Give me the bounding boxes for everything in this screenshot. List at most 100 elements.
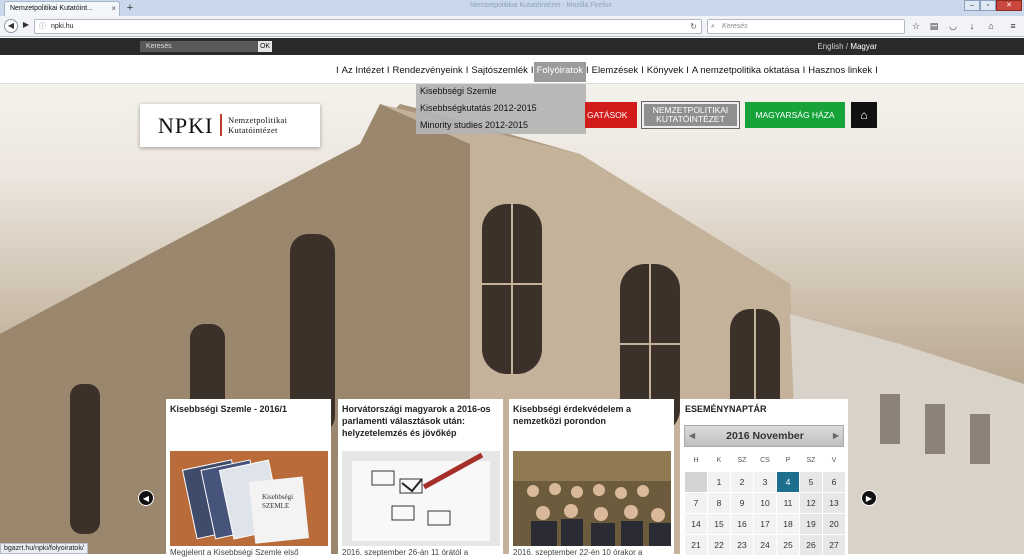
- calendar-next-button[interactable]: ▶: [833, 426, 839, 446]
- window-controls: – ▫ ✕: [964, 0, 1022, 12]
- browser-tab-strip: Nemzetpolitikai Kutatóint... × + Nemzetp…: [0, 0, 1024, 16]
- menu-icon[interactable]: ≡: [1007, 20, 1019, 32]
- calendar-day[interactable]: 5: [800, 472, 822, 492]
- calendar-month: 2016 November: [726, 430, 804, 442]
- lang-magyar-link[interactable]: Magyar: [850, 42, 877, 51]
- calendar-day[interactable]: 15: [708, 514, 730, 534]
- pocket-icon[interactable]: ◡: [947, 20, 959, 32]
- calendar-day[interactable]: 27: [823, 535, 845, 555]
- maximize-button[interactable]: ▫: [980, 0, 996, 11]
- calendar-weekday: CS: [754, 451, 776, 471]
- news-card-title[interactable]: Kisebbségi érdekvédelem a nemzetközi por…: [513, 403, 671, 427]
- new-tab-button[interactable]: +: [124, 2, 136, 14]
- npki-button[interactable]: NEMZETPOLITIKAI KUTATÓINTÉZET: [642, 102, 739, 128]
- magyarsag-haza-button[interactable]: MAGYARSÁG HÁZA: [745, 102, 845, 128]
- nav-item-az-intezet[interactable]: Az Intézet: [339, 65, 387, 82]
- browser-tab-active[interactable]: Nemzetpolitikai Kutatóint... ×: [4, 1, 120, 16]
- calendar-day[interactable]: 21: [685, 535, 707, 555]
- news-card-excerpt: 2016. szeptember 26-án 11 órától a: [342, 548, 469, 557]
- url-text: npki.hu: [51, 23, 74, 30]
- calendar-day[interactable]: 8: [708, 493, 730, 513]
- calendar-day[interactable]: 22: [708, 535, 730, 555]
- nav-item-elemzesek[interactable]: Elemzések: [589, 65, 641, 82]
- nav-item-konyvek[interactable]: Könyvek: [644, 65, 686, 82]
- minimize-button[interactable]: –: [964, 0, 980, 11]
- calendar-day[interactable]: 12: [800, 493, 822, 513]
- book-cover-text: Kisebbségi SZEMLE: [262, 493, 293, 510]
- calendar-day[interactable]: 1: [708, 472, 730, 492]
- download-icon[interactable]: ↓: [966, 20, 978, 32]
- dropdown-item-kisebbsegi-szemle[interactable]: Kisebbségi Szemle: [416, 84, 586, 101]
- calendar-day[interactable]: 3: [754, 472, 776, 492]
- calendar-day[interactable]: 25: [777, 535, 799, 555]
- slider-prev-button[interactable]: ◀: [138, 490, 154, 506]
- nav-item-rendezvenyeink[interactable]: Rendezvényeink: [390, 65, 466, 82]
- search-icon: ⌕: [711, 23, 715, 30]
- calendar-day[interactable]: 17: [754, 514, 776, 534]
- news-card-1[interactable]: Kisebbségi Szemle - 2016/1 Kisebbségi SZE…: [166, 399, 331, 557]
- calendar-day[interactable]: 23: [731, 535, 753, 555]
- nav-item-hasznos-linkek[interactable]: Hasznos linkek: [805, 65, 875, 82]
- npki-button-line2: KUTATÓINTÉZET: [656, 114, 725, 124]
- calendar-weekday: SZ: [731, 451, 753, 471]
- calendar-weekday: H: [685, 451, 707, 471]
- calendar-weekday: V: [823, 451, 845, 471]
- nav-item-folyoiratok[interactable]: Folyóiratok: [533, 62, 587, 82]
- calendar-day[interactable]: 7: [685, 493, 707, 513]
- dropdown-item-kisebbsegkutatas[interactable]: Kisebbségkutatás 2012-2015: [416, 101, 586, 118]
- calendar-day[interactable]: 19: [800, 514, 822, 534]
- nav-item-oktatas[interactable]: A nemzetpolitika oktatása: [689, 65, 803, 82]
- calendar-day[interactable]: 14: [685, 514, 707, 534]
- site-search-ok-button[interactable]: OK: [258, 41, 272, 52]
- calendar-day[interactable]: 16: [731, 514, 753, 534]
- tab-close-icon[interactable]: ×: [111, 2, 116, 16]
- logo-line2: Kutatóintézet: [228, 125, 278, 135]
- browser-search-input[interactable]: ⌕ Keresés: [707, 19, 905, 34]
- logo-text: Nemzetpolitikai Kutatóintézet: [228, 115, 287, 135]
- calendar-day[interactable]: 20: [823, 514, 845, 534]
- bookmark-star-icon[interactable]: ☆: [910, 20, 922, 32]
- calendar-day[interactable]: 9: [731, 493, 753, 513]
- news-card-3[interactable]: Kisebbségi érdekvédelem a nemzetközi por…: [509, 399, 674, 557]
- calendar-day[interactable]: 6: [823, 472, 845, 492]
- calendar-day[interactable]: 18: [777, 514, 799, 534]
- url-bar[interactable]: ⓘ npki.hu ↻: [34, 19, 702, 34]
- news-card-title[interactable]: Kisebbségi Szemle - 2016/1: [170, 403, 328, 415]
- slider-next-button[interactable]: ▶: [861, 490, 877, 506]
- nav-item-sajtoszemlek[interactable]: Sajtószemlék: [468, 65, 531, 82]
- lang-english-link[interactable]: English: [817, 42, 843, 51]
- site-logo[interactable]: NPKI Nemzetpolitikai Kutatóintézet: [140, 104, 320, 147]
- site-top-bar: Keresés OK English / Magyar: [0, 38, 1024, 55]
- dropdown-item-minority-studies[interactable]: Minority studies 2012-2015: [416, 118, 586, 135]
- site-search-input[interactable]: Keresés: [140, 41, 258, 52]
- calendar-weekday: SZ: [800, 451, 822, 471]
- news-card-title[interactable]: Horvátországi magyarok a 2016-os parlame…: [342, 403, 500, 439]
- reload-icon[interactable]: ↻: [690, 20, 697, 33]
- calendar-day[interactable]: 11: [777, 493, 799, 513]
- reading-list-icon[interactable]: ▤: [928, 20, 940, 32]
- news-card-excerpt: 2016. szeptember 22-én 10 órakor a: [513, 548, 643, 557]
- site-info-icon[interactable]: ⓘ: [39, 20, 46, 33]
- calendar-day[interactable]: 24: [754, 535, 776, 555]
- nav-items: I Az Intézet I Rendezvényeink I Sajtósze…: [336, 62, 878, 82]
- calendar-day[interactable]: 10: [754, 493, 776, 513]
- home-icon[interactable]: ⌂: [985, 20, 997, 32]
- news-card-excerpt: Megjelent a Kisebbségi Szemle első: [170, 548, 299, 557]
- calendar-day[interactable]: 26: [800, 535, 822, 555]
- calendar-weekday: K: [708, 451, 730, 471]
- home-button[interactable]: ⌂: [851, 102, 877, 128]
- news-card-2[interactable]: Horvátországi magyarok a 2016-os parlame…: [338, 399, 503, 557]
- main-navigation: I Az Intézet I Rendezvényeink I Sajtósze…: [0, 56, 1024, 84]
- calendar-day[interactable]: 2: [731, 472, 753, 492]
- back-button[interactable]: ◀: [4, 19, 18, 33]
- logo-divider: [220, 114, 222, 136]
- home-icon: ⌂: [860, 107, 868, 122]
- status-bar-url: bgazrt.hu/npki/folyoiratok/: [0, 543, 88, 554]
- calendar-day[interactable]: 4: [777, 472, 799, 492]
- forward-button[interactable]: ▶: [19, 19, 33, 33]
- news-card-image: [342, 451, 500, 546]
- close-window-button[interactable]: ✕: [996, 0, 1022, 11]
- tamogatasok-button[interactable]: GATÁSOK: [585, 102, 637, 128]
- calendar-day[interactable]: 13: [823, 493, 845, 513]
- nav-sep: I: [875, 65, 878, 76]
